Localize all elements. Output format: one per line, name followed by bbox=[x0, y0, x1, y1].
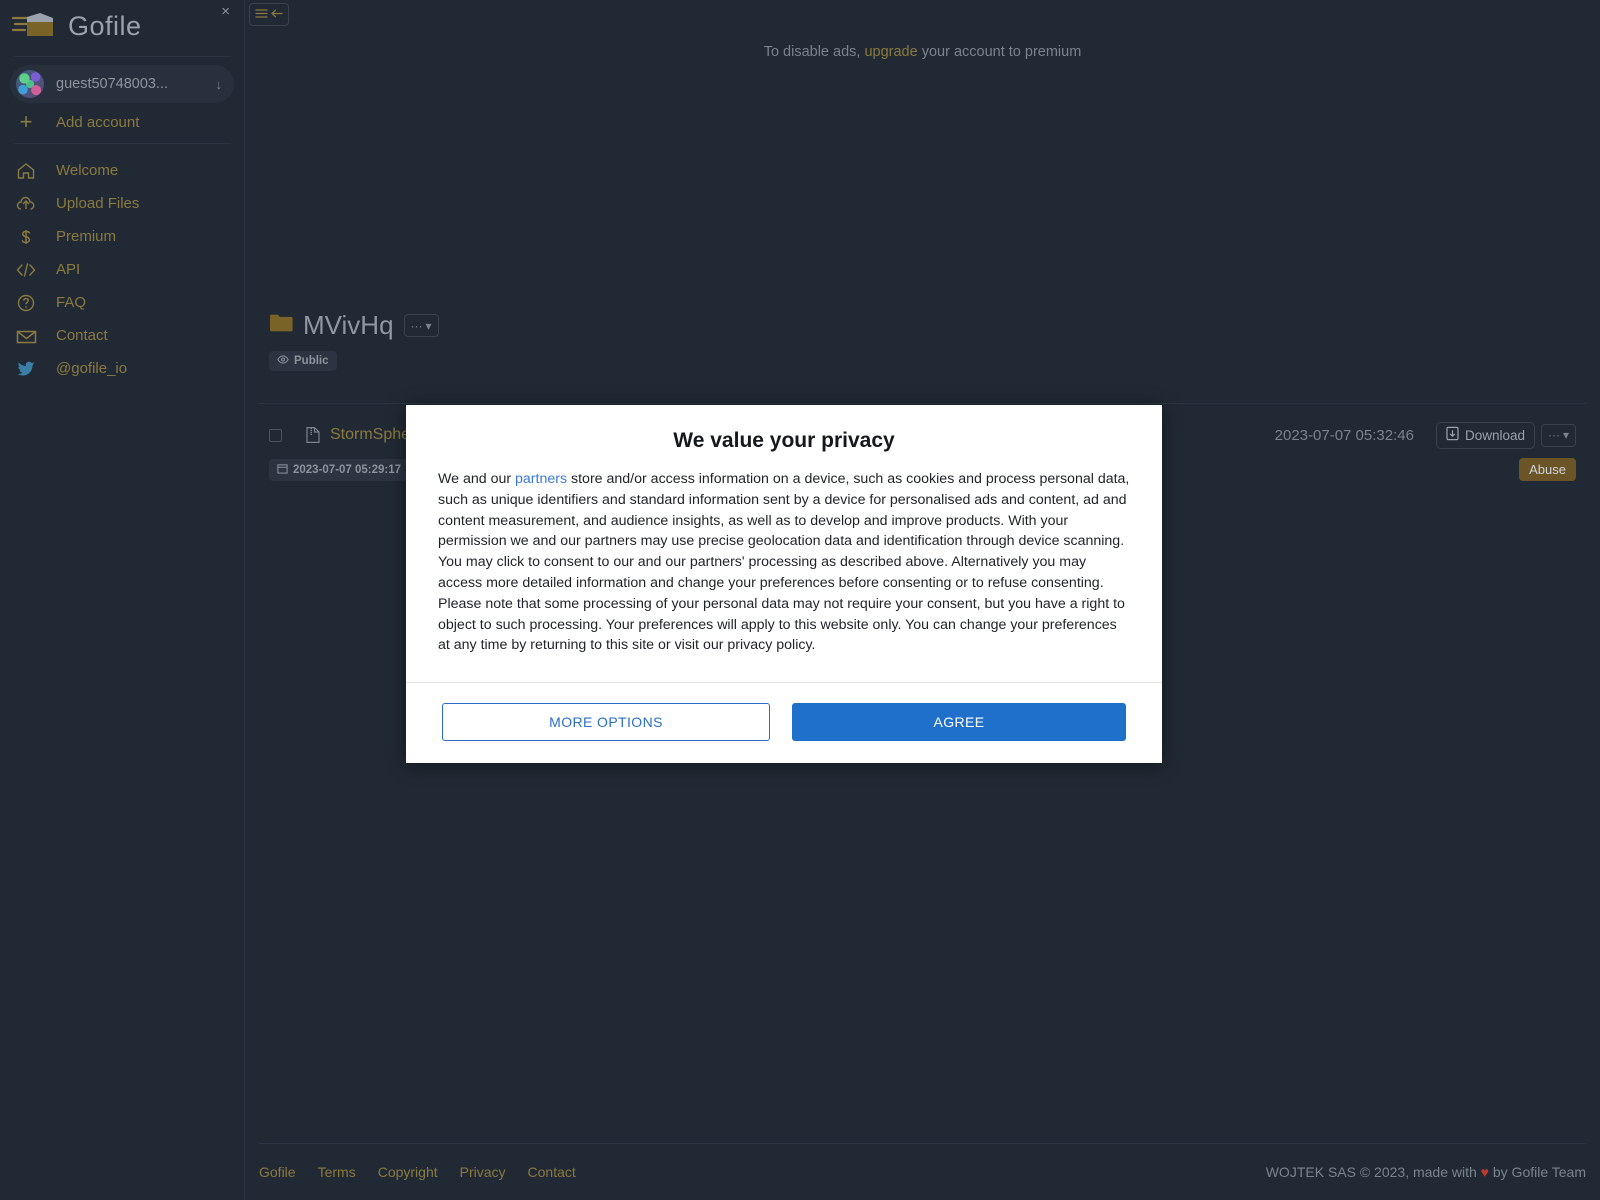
footer-copyright-suffix: by Gofile Team bbox=[1492, 1164, 1586, 1180]
download-button[interactable]: Download bbox=[1435, 421, 1535, 449]
heart-icon: ♥ bbox=[1480, 1164, 1489, 1180]
download-icon bbox=[1446, 426, 1459, 444]
dialog-body: We value your privacy We and our partner… bbox=[406, 405, 1162, 682]
sidebar-item-label: @gofile_io bbox=[56, 360, 128, 377]
ad-slot bbox=[245, 60, 1600, 300]
sidebar-divider-mid bbox=[14, 143, 230, 144]
sidebar: Gofile × guest50748003... ↓ + Add accoun… bbox=[0, 0, 245, 1200]
sidebar-item-faq[interactable]: FAQ bbox=[0, 286, 244, 319]
agree-button[interactable]: AGREE bbox=[792, 703, 1126, 742]
folder-icon bbox=[269, 313, 293, 338]
footer-link-privacy[interactable]: Privacy bbox=[460, 1164, 506, 1180]
folder-options-label: ··· bbox=[410, 318, 423, 333]
avatar bbox=[16, 70, 44, 98]
sidebar-nav: Welcome Upload Files Premium API FAQ Con… bbox=[0, 154, 244, 385]
download-label: Download bbox=[1464, 427, 1525, 443]
footer-links: Gofile Terms Copyright Privacy Contact bbox=[259, 1164, 576, 1180]
more-options-button[interactable]: MORE OPTIONS bbox=[442, 703, 770, 742]
twitter-icon bbox=[10, 359, 42, 379]
file-select-checkbox[interactable] bbox=[269, 428, 282, 442]
account-name: guest50748003... bbox=[56, 76, 169, 92]
sidebar-item-twitter[interactable]: @gofile_io bbox=[0, 352, 244, 385]
folder-title-row: MVivHq ··· ▾ bbox=[269, 310, 1586, 341]
sidebar-item-label: FAQ bbox=[56, 294, 87, 311]
code-icon bbox=[10, 260, 42, 280]
visibility-badge: Public bbox=[269, 351, 337, 371]
sidebar-item-label: Premium bbox=[56, 228, 117, 245]
archive-file-icon bbox=[306, 426, 320, 444]
footer-link-terms[interactable]: Terms bbox=[318, 1164, 356, 1180]
question-circle-icon bbox=[10, 293, 42, 313]
file-options-label: ··· bbox=[1547, 428, 1560, 442]
dialog-text-before-link: We and our bbox=[438, 471, 516, 487]
add-account-button[interactable]: + Add account bbox=[0, 105, 244, 139]
sidebar-item-premium[interactable]: Premium bbox=[0, 220, 244, 253]
gofile-logo-icon bbox=[12, 9, 58, 43]
sidebar-item-label: Upload Files bbox=[56, 195, 140, 212]
upgrade-link[interactable]: upgrade bbox=[864, 44, 917, 60]
sidebar-collapse-button[interactable] bbox=[249, 3, 289, 26]
file-modified-date: 2023-07-07 05:32:46 bbox=[1274, 426, 1414, 444]
ad-disclaimer-suffix: your account to premium bbox=[921, 44, 1082, 60]
sidebar-divider-top bbox=[14, 56, 230, 57]
folder-name: MVivHq bbox=[303, 310, 394, 340]
sidebar-item-api[interactable]: API bbox=[0, 253, 244, 286]
dialog-actions: MORE OPTIONS AGREE bbox=[406, 682, 1162, 763]
chevron-down-icon: ▾ bbox=[1562, 428, 1570, 442]
close-icon[interactable]: × bbox=[221, 4, 230, 19]
partners-link[interactable]: partners bbox=[515, 471, 567, 487]
brand-title: Gofile bbox=[68, 10, 142, 41]
folder-header: MVivHq ··· ▾ Public bbox=[259, 300, 1586, 371]
chevron-down-icon: ▾ bbox=[425, 318, 432, 333]
footer-copyright-prefix: WOJTEK SAS © 2023, made with bbox=[1265, 1164, 1477, 1180]
footer-link-contact[interactable]: Contact bbox=[528, 1164, 576, 1180]
plus-icon: + bbox=[19, 109, 33, 134]
sidebar-item-welcome[interactable]: Welcome bbox=[0, 154, 244, 187]
arrow-left-icon bbox=[271, 6, 283, 24]
sidebar-header: Gofile × bbox=[0, 0, 244, 52]
footer: Gofile Terms Copyright Privacy Contact W… bbox=[245, 1144, 1600, 1200]
topbar bbox=[245, 0, 1600, 30]
ad-disclaimer: To disable ads, upgrade your account to … bbox=[245, 30, 1600, 60]
file-name[interactable]: StormSphe bbox=[330, 426, 410, 444]
app-root: Gofile × guest50748003... ↓ + Add accoun… bbox=[0, 0, 1600, 1200]
dialog-title: We value your privacy bbox=[673, 429, 895, 452]
sidebar-item-contact[interactable]: Contact bbox=[0, 319, 244, 352]
file-options-button[interactable]: ··· ▾ bbox=[1541, 423, 1576, 447]
visibility-badge-label: Public bbox=[294, 355, 329, 367]
footer-link-gofile[interactable]: Gofile bbox=[259, 1164, 296, 1180]
folder-badges: Public bbox=[269, 351, 1586, 371]
ad-disclaimer-prefix: To disable ads, bbox=[763, 44, 861, 60]
upload-cloud-icon bbox=[10, 194, 42, 214]
add-account-label: Add account bbox=[56, 113, 140, 131]
eye-icon bbox=[277, 355, 289, 367]
home-icon bbox=[10, 161, 42, 181]
dialog-text: We and our partners store and/or access … bbox=[438, 469, 1130, 656]
account-switcher[interactable]: guest50748003... ↓ bbox=[10, 65, 234, 103]
privacy-consent-dialog: We value your privacy We and our partner… bbox=[406, 405, 1162, 764]
sidebar-item-label: API bbox=[56, 261, 81, 278]
footer-link-copyright[interactable]: Copyright bbox=[378, 1164, 438, 1180]
chevron-down-icon: ↓ bbox=[215, 76, 223, 92]
envelope-icon bbox=[10, 326, 42, 346]
sidebar-item-label: Contact bbox=[56, 327, 108, 344]
dialog-text-after-link: store and/or access information on a dev… bbox=[438, 471, 1130, 654]
footer-copyright: WOJTEK SAS © 2023, made with ♥ by Gofile… bbox=[1266, 1164, 1586, 1180]
sidebar-item-label: Welcome bbox=[56, 162, 119, 179]
dollar-icon bbox=[10, 227, 42, 247]
hamburger-icon bbox=[255, 6, 268, 24]
folder-options-button[interactable]: ··· ▾ bbox=[403, 314, 439, 337]
sidebar-item-upload-files[interactable]: Upload Files bbox=[0, 187, 244, 220]
